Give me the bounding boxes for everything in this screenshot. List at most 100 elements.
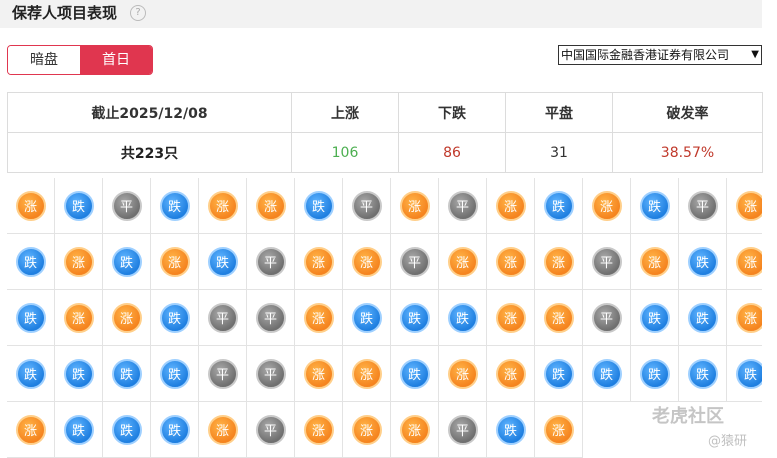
grid-cell[interactable]: 平 <box>247 346 295 402</box>
result-badge-down: 跌 <box>111 246 142 277</box>
grid-cell[interactable]: 涨 <box>55 290 103 346</box>
up-count: 106 <box>291 132 399 173</box>
grid-cell[interactable]: 跌 <box>343 290 391 346</box>
toggle-dark-market[interactable]: 暗盘 <box>8 46 80 74</box>
grid-cell[interactable]: 涨 <box>535 402 583 458</box>
grid-cell[interactable]: 涨 <box>151 234 199 290</box>
grid-cell[interactable]: 跌 <box>55 346 103 402</box>
grid-cell[interactable]: 平 <box>247 402 295 458</box>
grid-cell[interactable]: 涨 <box>535 234 583 290</box>
grid-cell[interactable]: 平 <box>583 290 631 346</box>
grid-cell[interactable]: 涨 <box>343 234 391 290</box>
grid-cell[interactable]: 涨 <box>199 178 247 234</box>
grid-cell[interactable]: 涨 <box>247 178 295 234</box>
grid-cell[interactable]: 涨 <box>487 290 535 346</box>
grid-cell[interactable]: 涨 <box>391 402 439 458</box>
grid-cell[interactable]: 涨 <box>103 290 151 346</box>
grid-cell[interactable]: 涨 <box>487 346 535 402</box>
grid-cell[interactable]: 跌 <box>7 234 55 290</box>
grid-cell[interactable]: 跌 <box>55 402 103 458</box>
result-badge-down: 跌 <box>15 246 46 277</box>
grid-cell[interactable]: 跌 <box>631 178 679 234</box>
help-icon[interactable]: ? <box>130 5 146 21</box>
grid-cell[interactable]: 涨 <box>55 234 103 290</box>
result-badge-flat: 平 <box>447 414 478 445</box>
grid-cell[interactable]: 跌 <box>151 290 199 346</box>
grid-cell[interactable]: 平 <box>583 234 631 290</box>
grid-cell[interactable]: 涨 <box>439 346 487 402</box>
grid-cell[interactable]: 平 <box>199 290 247 346</box>
grid-cell[interactable]: 平 <box>247 234 295 290</box>
grid-cell[interactable]: 跌 <box>631 290 679 346</box>
grid-cell[interactable]: 涨 <box>439 234 487 290</box>
result-badge-up: 涨 <box>399 190 430 221</box>
grid-cell[interactable]: 跌 <box>535 178 583 234</box>
grid-cell[interactable]: 涨 <box>295 402 343 458</box>
result-badge-down: 跌 <box>63 358 94 389</box>
grid-cell[interactable]: 涨 <box>727 290 762 346</box>
grid-cell[interactable]: 平 <box>199 346 247 402</box>
result-badge-up: 涨 <box>543 302 574 333</box>
grid-cell[interactable]: 跌 <box>679 290 727 346</box>
result-badge-down: 跌 <box>399 358 430 389</box>
grid-cell[interactable]: 跌 <box>103 346 151 402</box>
grid-cell[interactable]: 跌 <box>103 402 151 458</box>
grid-cell[interactable]: 平 <box>679 178 727 234</box>
grid-cell[interactable]: 跌 <box>391 290 439 346</box>
grid-cell[interactable]: 跌 <box>7 290 55 346</box>
grid-cell[interactable]: 跌 <box>727 346 762 402</box>
grid-cell[interactable]: 涨 <box>295 290 343 346</box>
grid-cell[interactable]: 跌 <box>583 346 631 402</box>
grid-cell[interactable]: 涨 <box>343 402 391 458</box>
grid-cell[interactable]: 平 <box>439 178 487 234</box>
result-badge-up: 涨 <box>63 246 94 277</box>
grid-cell[interactable]: 涨 <box>343 346 391 402</box>
grid-cell[interactable]: 涨 <box>199 402 247 458</box>
grid-cell[interactable]: 涨 <box>295 346 343 402</box>
grid-cell[interactable]: 平 <box>439 402 487 458</box>
result-badge-flat: 平 <box>255 414 286 445</box>
grid-cell[interactable]: 涨 <box>727 178 762 234</box>
grid-cell[interactable]: 涨 <box>583 178 631 234</box>
result-badge-up: 涨 <box>399 414 430 445</box>
grid-cell[interactable]: 涨 <box>391 178 439 234</box>
grid-cell[interactable]: 平 <box>343 178 391 234</box>
result-badge-up: 涨 <box>63 302 94 333</box>
grid-cell[interactable]: 跌 <box>391 346 439 402</box>
grid-cell[interactable]: 跌 <box>679 346 727 402</box>
result-badge-down: 跌 <box>495 414 526 445</box>
grid-cell[interactable]: 涨 <box>727 234 762 290</box>
grid-cell[interactable]: 涨 <box>631 234 679 290</box>
grid-cell[interactable]: 平 <box>391 234 439 290</box>
grid-cell[interactable]: 涨 <box>7 402 55 458</box>
broker-select[interactable]: 中国国际金融香港证券有限公司 ▼ <box>558 45 762 65</box>
grid-cell[interactable]: 跌 <box>487 402 535 458</box>
result-badge-up: 涨 <box>303 246 334 277</box>
grid-cell[interactable]: 跌 <box>151 346 199 402</box>
grid-cell[interactable]: 跌 <box>439 290 487 346</box>
result-badge-up: 涨 <box>495 190 526 221</box>
grid-cell[interactable]: 跌 <box>103 234 151 290</box>
grid-cell[interactable]: 涨 <box>535 290 583 346</box>
grid-cell[interactable]: 涨 <box>295 234 343 290</box>
header-down: 下跌 <box>398 92 506 133</box>
result-badge-up: 涨 <box>207 414 238 445</box>
grid-cell[interactable]: 涨 <box>487 234 535 290</box>
grid-cell[interactable]: 跌 <box>535 346 583 402</box>
grid-cell[interactable]: 跌 <box>151 178 199 234</box>
result-badge-up: 涨 <box>351 246 382 277</box>
result-badge-down: 跌 <box>591 358 622 389</box>
grid-cell[interactable]: 跌 <box>199 234 247 290</box>
grid-cell[interactable]: 跌 <box>295 178 343 234</box>
grid-cell[interactable]: 跌 <box>55 178 103 234</box>
grid-cell[interactable]: 跌 <box>151 402 199 458</box>
grid-cell[interactable]: 涨 <box>7 178 55 234</box>
grid-cell[interactable]: 平 <box>247 290 295 346</box>
grid-cell[interactable]: 跌 <box>7 346 55 402</box>
grid-cell[interactable]: 跌 <box>631 346 679 402</box>
result-badge-up: 涨 <box>543 414 574 445</box>
grid-cell[interactable]: 平 <box>103 178 151 234</box>
grid-cell[interactable]: 跌 <box>679 234 727 290</box>
grid-cell[interactable]: 涨 <box>487 178 535 234</box>
toggle-first-day[interactable]: 首日 <box>80 46 152 74</box>
